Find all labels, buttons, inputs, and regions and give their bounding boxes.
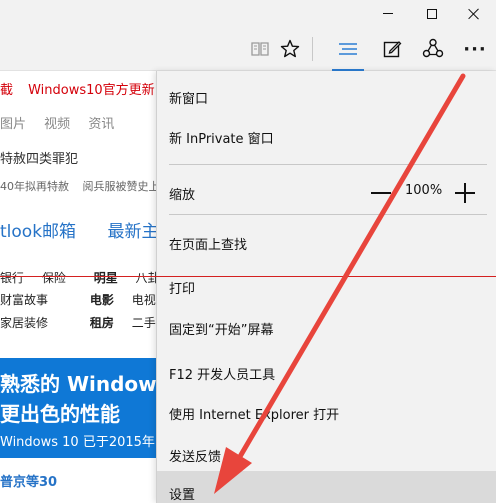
annotation-arrow-icon (214, 73, 466, 494)
